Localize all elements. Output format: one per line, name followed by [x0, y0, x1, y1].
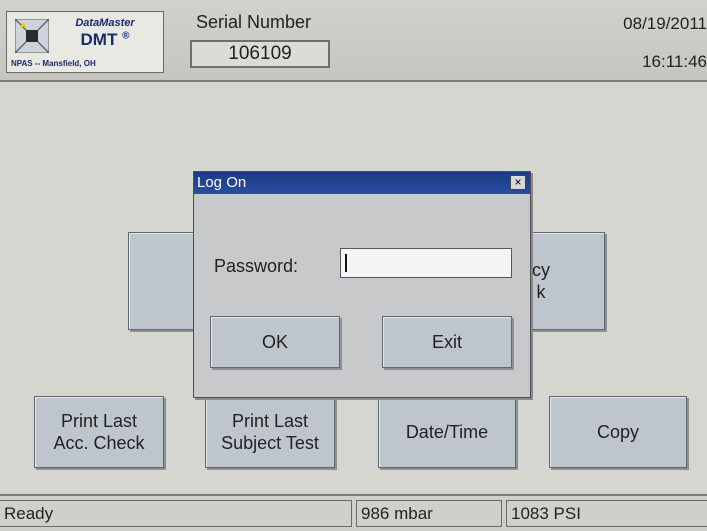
copy-button[interactable]: Copy — [549, 396, 687, 468]
status-ready: Ready — [0, 500, 352, 527]
logo-mark-icon — [15, 19, 49, 53]
time-display: 16:11:46 — [642, 52, 707, 71]
status-bar: Ready 986 mbar 1083 PSI — [0, 494, 707, 531]
logo-location: NPAS -- Mansfield, OH — [11, 59, 96, 68]
password-input[interactable] — [340, 248, 512, 278]
print-last-subject-test-button[interactable]: Print Last Subject Test — [205, 396, 335, 468]
close-icon[interactable]: × — [510, 175, 526, 190]
serial-number-value: 106109 — [190, 40, 330, 68]
date-time-button[interactable]: Date/Time — [378, 396, 516, 468]
datamaster-logo: DataMaster DMT ® NPAS -- Mansfield, OH — [6, 11, 164, 73]
date-display: 08/19/2011 — [623, 14, 707, 33]
log-on-dialog: Log On × Password: OK Exit — [193, 171, 531, 398]
status-pressure-psi: 1083 PSI — [506, 500, 707, 527]
logo-registered-mark: ® — [122, 30, 130, 42]
dialog-title-bar: Log On × — [194, 172, 530, 194]
exit-button[interactable]: Exit — [382, 316, 512, 368]
ok-button[interactable]: OK — [210, 316, 340, 368]
serial-number-label: Serial Number — [196, 12, 312, 32]
dialog-title: Log On — [197, 174, 247, 191]
password-label: Password: — [214, 256, 299, 276]
header-bar: DataMaster DMT ® NPAS -- Mansfield, OH S… — [0, 0, 707, 82]
print-last-acc-check-button[interactable]: Print Last Acc. Check — [34, 396, 164, 468]
logo-product-name: DMT ® — [55, 30, 155, 50]
logo-dmt-text: DMT — [80, 30, 118, 49]
obscured-left-button[interactable] — [128, 232, 202, 330]
logo-title: DataMaster — [75, 17, 135, 29]
status-pressure-mbar: 986 mbar — [356, 500, 502, 527]
text-caret — [345, 254, 347, 272]
accuracy-check-button[interactable]: cy k — [525, 232, 605, 330]
